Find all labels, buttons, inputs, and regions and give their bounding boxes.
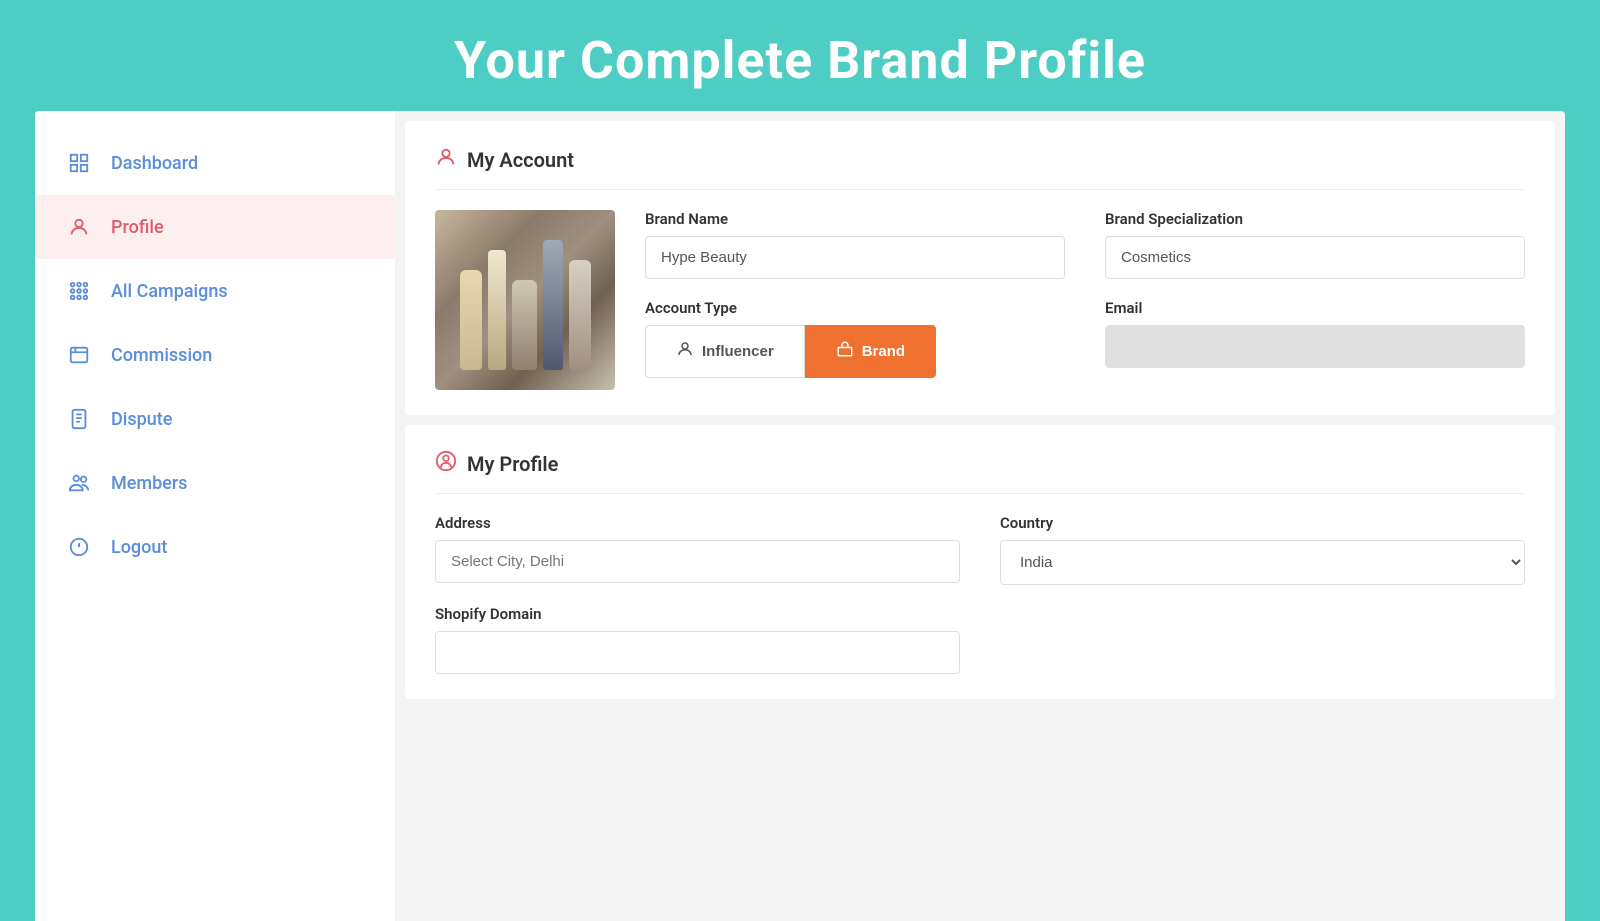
sidebar-item-logout[interactable]: Logout xyxy=(35,515,395,579)
country-label: Country xyxy=(1000,514,1525,532)
brand-specialization-label: Brand Specialization xyxy=(1105,210,1525,228)
email-label: Email xyxy=(1105,299,1525,317)
bottle-1 xyxy=(460,270,482,370)
address-group: Address xyxy=(435,514,960,585)
my-profile-section: My Profile Address Country India USA UK … xyxy=(405,425,1555,699)
dispute-icon xyxy=(65,405,93,433)
shopify-domain-group: Shopify Domain xyxy=(435,605,960,674)
brand-name-group: Brand Name xyxy=(645,210,1065,279)
profile-label: Profile xyxy=(111,217,164,238)
account-body: Brand Name Brand Specialization Account … xyxy=(435,210,1525,390)
brand-specialization-group: Brand Specialization xyxy=(1105,210,1525,279)
logout-label: Logout xyxy=(111,537,167,558)
shopify-domain-label: Shopify Domain xyxy=(435,605,960,623)
my-profile-header: My Profile xyxy=(435,450,1525,494)
brand-specialization-input[interactable] xyxy=(1105,236,1525,279)
bottle-group xyxy=(460,230,591,370)
campaigns-icon xyxy=(65,277,93,305)
members-icon xyxy=(65,469,93,497)
sidebar: Dashboard Profile xyxy=(35,111,395,921)
account-type-label: Account Type xyxy=(645,299,1065,317)
profile-image-placeholder xyxy=(435,210,615,390)
page-header: Your Complete Brand Profile xyxy=(0,0,1600,111)
email-group: Email xyxy=(1105,299,1525,378)
influencer-label: Influencer xyxy=(702,343,774,360)
account-section-title: My Account xyxy=(467,148,574,172)
address-label: Address xyxy=(435,514,960,532)
dashboard-icon xyxy=(65,149,93,177)
dashboard-label: Dashboard xyxy=(111,153,198,174)
brand-label: Brand xyxy=(862,343,905,360)
my-account-section: My Account xyxy=(405,121,1555,415)
bottle-5 xyxy=(569,260,591,370)
sidebar-item-dashboard[interactable]: Dashboard xyxy=(35,131,395,195)
account-fields: Brand Name Brand Specialization Account … xyxy=(645,210,1525,378)
account-type-group: Account Type Influencer xyxy=(645,299,1065,378)
bottle-4 xyxy=(543,240,563,370)
brand-icon xyxy=(836,340,854,363)
dispute-label: Dispute xyxy=(111,409,172,430)
bottle-3 xyxy=(512,280,537,370)
campaigns-label: All Campaigns xyxy=(111,281,228,302)
profile-image-box[interactable] xyxy=(435,210,615,390)
page-title: Your Complete Brand Profile xyxy=(0,30,1600,91)
profile-fields: Address Country India USA UK Australia C… xyxy=(435,514,1525,674)
profile-section-title: My Profile xyxy=(467,452,558,476)
brand-name-input[interactable] xyxy=(645,236,1065,279)
commission-label: Commission xyxy=(111,345,212,366)
bottle-2 xyxy=(488,250,506,370)
sidebar-item-profile[interactable]: Profile xyxy=(35,195,395,259)
country-group: Country India USA UK Australia Canada xyxy=(1000,514,1525,585)
profile-section-icon xyxy=(435,450,457,478)
shopify-domain-input[interactable] xyxy=(435,631,960,674)
sidebar-item-all-campaigns[interactable]: All Campaigns xyxy=(35,259,395,323)
main-content: My Account xyxy=(395,111,1565,921)
sidebar-item-members[interactable]: Members xyxy=(35,451,395,515)
account-icon xyxy=(435,146,457,174)
brand-button[interactable]: Brand xyxy=(805,325,936,378)
address-input[interactable] xyxy=(435,540,960,583)
logout-icon xyxy=(65,533,93,561)
sidebar-item-commission[interactable]: Commission xyxy=(35,323,395,387)
profile-icon xyxy=(65,213,93,241)
influencer-button[interactable]: Influencer xyxy=(645,325,805,378)
sidebar-item-dispute[interactable]: Dispute xyxy=(35,387,395,451)
app-container: Dashboard Profile xyxy=(35,111,1565,921)
brand-name-label: Brand Name xyxy=(645,210,1065,228)
email-input[interactable] xyxy=(1105,325,1525,368)
my-account-header: My Account xyxy=(435,146,1525,190)
members-label: Members xyxy=(111,473,187,494)
account-type-buttons: Influencer Brand xyxy=(645,325,1065,378)
influencer-icon xyxy=(676,340,694,363)
commission-icon xyxy=(65,341,93,369)
country-select[interactable]: India USA UK Australia Canada xyxy=(1000,540,1525,585)
